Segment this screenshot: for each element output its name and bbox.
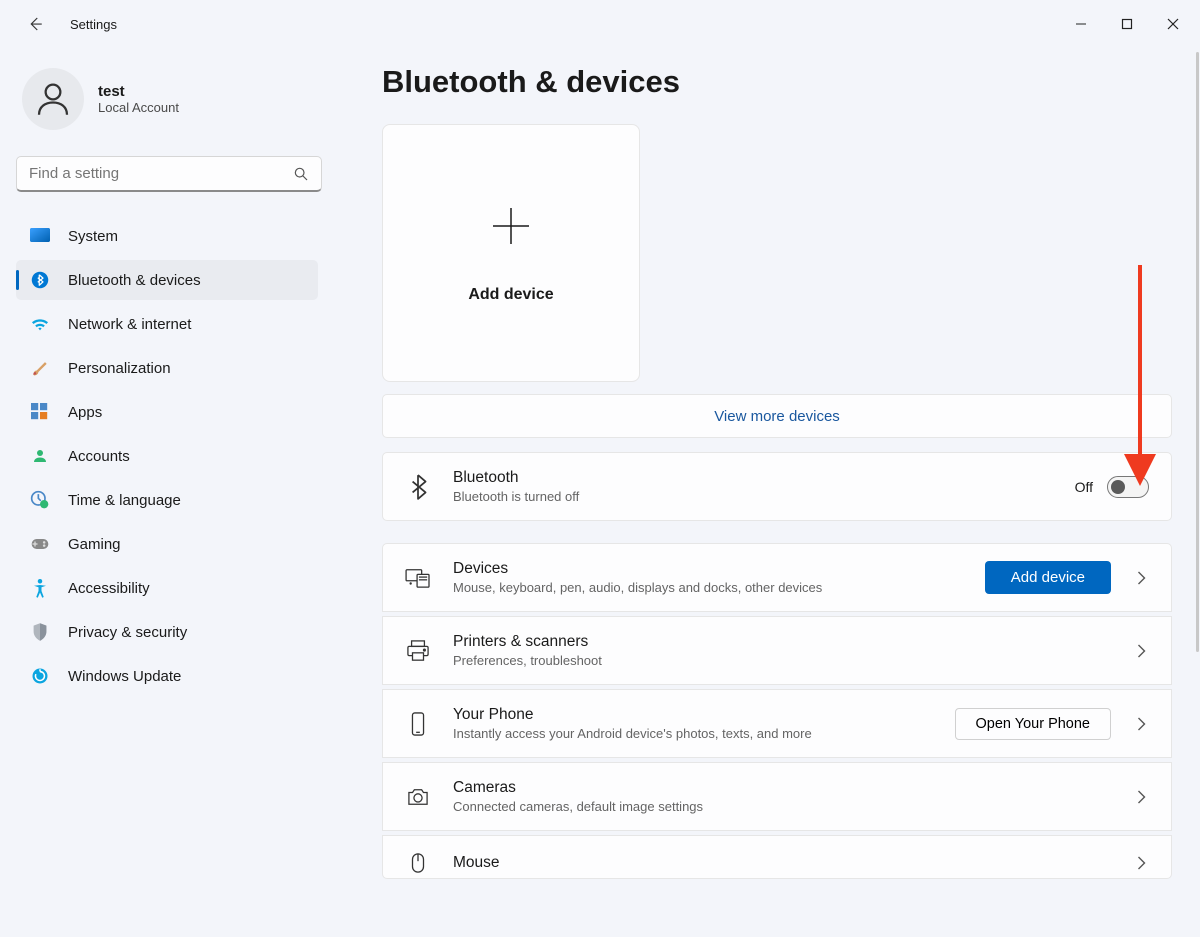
chevron-right-icon [1133,571,1149,585]
view-more-devices-button[interactable]: View more devices [382,394,1172,438]
wifi-icon [30,314,50,334]
nav-list: System Bluetooth & devices Network & int… [16,216,318,696]
nav-item-apps[interactable]: Apps [16,392,318,432]
printer-icon [405,640,431,662]
nav-label: Time & language [68,492,181,509]
bluetooth-icon [30,270,50,290]
nav-item-accounts[interactable]: Accounts [16,436,318,476]
bluetooth-card: Bluetooth Bluetooth is turned off Off [382,452,1172,521]
plus-icon [487,202,535,258]
cameras-subtitle: Connected cameras, default image setting… [453,799,1111,814]
nav-label: Apps [68,404,102,421]
user-block[interactable]: test Local Account [16,62,318,150]
minimize-icon [1075,18,1087,30]
chevron-right-icon [1133,644,1149,658]
nav-item-bluetooth-devices[interactable]: Bluetooth & devices [16,260,318,300]
window-title: Settings [70,17,117,32]
person-icon [32,78,74,120]
clock-globe-icon [30,490,50,510]
nav-item-accessibility[interactable]: Accessibility [16,568,318,608]
shield-icon [30,622,50,642]
bluetooth-title: Bluetooth [453,469,1053,487]
add-device-button[interactable]: Add device [985,561,1111,594]
nav-item-personalization[interactable]: Personalization [16,348,318,388]
avatar [22,68,84,130]
bluetooth-toggle-label: Off [1075,479,1093,495]
bluetooth-subtitle: Bluetooth is turned off [453,489,1053,504]
back-button[interactable] [18,7,52,41]
printers-title: Printers & scanners [453,633,1111,651]
sidebar: test Local Account System Bluetooth & de… [0,48,330,937]
system-icon [30,226,50,246]
bluetooth-toggle[interactable] [1107,476,1149,498]
nav-label: Accounts [68,448,130,465]
minimize-button[interactable] [1058,6,1104,42]
maximize-icon [1121,18,1133,30]
devices-subtitle: Mouse, keyboard, pen, audio, displays an… [453,580,963,595]
add-device-tile[interactable]: Add device [382,124,640,382]
nav-label: Windows Update [68,668,181,685]
maximize-button[interactable] [1104,6,1150,42]
mouse-row[interactable]: Mouse [382,835,1172,879]
cameras-title: Cameras [453,779,1111,797]
add-device-label: Add device [468,286,553,304]
page-title: Bluetooth & devices [382,64,1176,100]
mouse-icon [405,852,431,874]
toggle-knob [1111,480,1125,494]
phone-icon [405,712,431,736]
nav-label: Network & internet [68,316,191,333]
printers-row[interactable]: Printers & scanners Preferences, trouble… [382,616,1172,685]
phone-subtitle: Instantly access your Android device's p… [453,726,933,741]
bluetooth-glyph-icon [405,474,431,500]
mouse-title: Mouse [453,854,1111,872]
search-field[interactable] [29,165,293,182]
close-button[interactable] [1150,6,1196,42]
window-controls [1058,6,1196,42]
nav-item-network[interactable]: Network & internet [16,304,318,344]
accessibility-icon [30,578,50,598]
devices-icon [405,567,431,589]
nav-label: Personalization [68,360,171,377]
apps-icon [30,402,50,422]
chevron-right-icon [1133,717,1149,731]
phone-title: Your Phone [453,706,933,724]
chevron-right-icon [1133,856,1149,870]
nav-label: Gaming [68,536,121,553]
camera-icon [405,787,431,807]
devices-title: Devices [453,560,963,578]
nav-item-windows-update[interactable]: Windows Update [16,656,318,696]
your-phone-row[interactable]: Your Phone Instantly access your Android… [382,689,1172,758]
nav-item-time-language[interactable]: Time & language [16,480,318,520]
accounts-icon [30,446,50,466]
back-arrow-icon [26,15,44,33]
open-your-phone-button[interactable]: Open Your Phone [955,708,1112,740]
nav-label: System [68,228,118,245]
update-icon [30,666,50,686]
gamepad-icon [30,534,50,554]
scrollbar[interactable] [1196,52,1199,652]
chevron-right-icon [1133,790,1149,804]
brush-icon [30,358,50,378]
user-subtitle: Local Account [98,100,179,115]
nav-item-system[interactable]: System [16,216,318,256]
search-icon [293,166,309,182]
title-bar: Settings [0,0,1200,48]
content-area: Bluetooth & devices Add device View more… [330,48,1200,937]
view-more-label: View more devices [714,408,840,425]
nav-item-gaming[interactable]: Gaming [16,524,318,564]
nav-item-privacy-security[interactable]: Privacy & security [16,612,318,652]
nav-label: Bluetooth & devices [68,272,201,289]
cameras-row[interactable]: Cameras Connected cameras, default image… [382,762,1172,831]
devices-row[interactable]: Devices Mouse, keyboard, pen, audio, dis… [382,543,1172,612]
nav-label: Privacy & security [68,624,187,641]
user-name: test [98,83,179,100]
nav-label: Accessibility [68,580,150,597]
search-input[interactable] [16,156,322,192]
printers-subtitle: Preferences, troubleshoot [453,653,1111,668]
close-icon [1167,18,1179,30]
